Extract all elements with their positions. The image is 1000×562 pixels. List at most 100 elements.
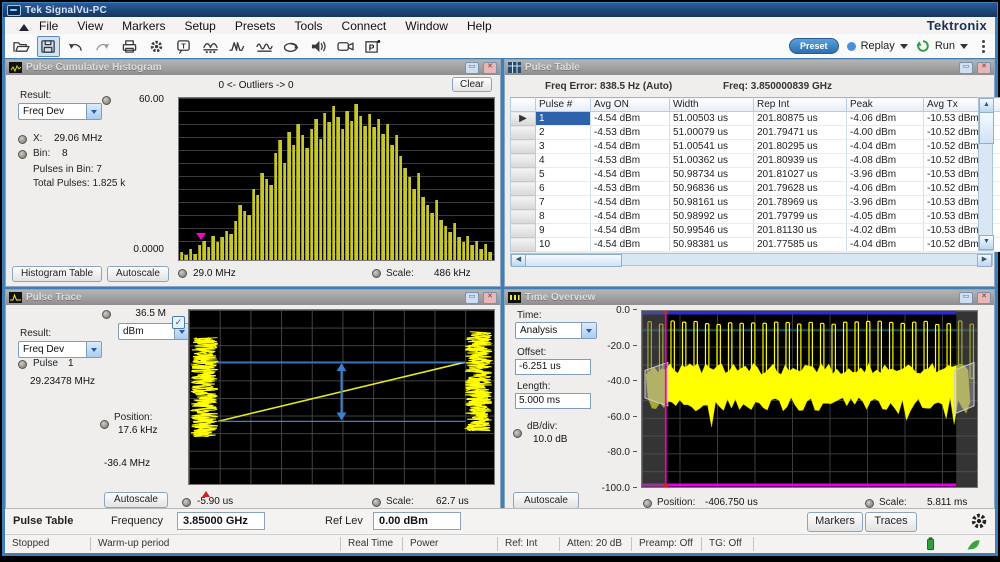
scroll-up-icon[interactable]: ▲ [979,98,994,113]
table-cell[interactable]: -4.54 dBm [591,224,670,238]
panel-header[interactable]: Time Overview ▭ ✕ [505,290,994,305]
table-cell[interactable]: 201.81130 us [754,224,847,238]
table-row[interactable]: 4-4.53 dBm51.00362 us201.80939 us-4.08 d… [511,154,1000,168]
table-cell[interactable]: -4.06 dBm [847,182,924,196]
knob-icon[interactable] [372,498,381,507]
knob-icon[interactable] [182,498,191,507]
table-cell[interactable]: 7 [536,196,591,210]
table-cell[interactable]: 50.98992 us [670,210,754,224]
table-cell[interactable]: -4.53 dBm [591,182,670,196]
menu-item-connect[interactable]: Connect [342,19,387,33]
table-cell[interactable]: -4.53 dBm [591,154,670,168]
table-cell[interactable]: -4.05 dBm [847,210,924,224]
time-dropdown[interactable]: Analysis [515,322,597,339]
table-cell[interactable]: 201.80875 us [754,112,847,126]
row-selector[interactable] [511,168,536,182]
table-cell[interactable]: 201.79799 us [754,210,847,224]
table-cell[interactable]: -4.06 dBm [847,112,924,126]
table-cell[interactable]: 201.78969 us [754,196,847,210]
row-selector[interactable] [511,210,536,224]
knob-icon[interactable] [372,269,381,278]
menu-item-markers[interactable]: Markers [122,19,165,33]
table-cell[interactable]: -3.96 dBm [847,168,924,182]
row-selector[interactable] [511,238,536,252]
length-input[interactable]: 5.000 ms [515,393,591,409]
autoscale-button[interactable]: Autoscale [104,492,168,508]
table-cell[interactable]: 201.81027 us [754,168,847,182]
autoscale-button[interactable]: Autoscale [107,266,169,282]
restore-icon[interactable]: ▭ [959,62,973,74]
menu-item-window[interactable]: Window [405,19,448,33]
knob-icon[interactable] [102,96,111,105]
table-row[interactable]: ▶1-4.54 dBm51.00503 us201.80875 us-4.06 … [511,112,1000,126]
close-icon[interactable]: ✕ [977,62,991,74]
clear-button[interactable]: Clear [452,77,492,92]
row-selector[interactable] [511,154,536,168]
connect-eject-icon[interactable] [19,19,29,31]
row-selector[interactable] [511,224,536,238]
scroll-right-icon[interactable]: ▶ [977,254,992,267]
table-row[interactable]: 7-4.54 dBm50.98161 us201.78969 us-3.96 d… [511,196,1000,210]
table-row[interactable]: 2-4.53 dBm51.00079 us201.79471 us-4.00 d… [511,126,1000,140]
ref-lev-input[interactable]: 0.00 dBm [373,512,461,530]
table-cell[interactable]: 50.98161 us [670,196,754,210]
table-cell[interactable]: -4.53 dBm [591,126,670,140]
table-cell[interactable]: 50.98381 us [670,238,754,252]
knob-icon[interactable] [18,135,27,144]
chevron-down-icon[interactable] [900,44,908,53]
knob-icon[interactable] [513,429,522,438]
scroll-down-icon[interactable]: ▼ [979,235,994,250]
row-selector[interactable] [511,182,536,196]
row-selector[interactable]: ▶ [511,112,536,126]
scrollbar-thumb[interactable] [979,112,994,144]
time-overview-plot[interactable] [641,310,978,488]
table-cell[interactable]: -3.96 dBm [847,196,924,210]
table-cell[interactable]: -4.54 dBm [591,112,670,126]
table-cell[interactable]: -4.54 dBm [591,140,670,154]
table-cell[interactable]: 6 [536,182,591,196]
undo-icon[interactable] [64,36,87,57]
table-cell[interactable]: 51.00503 us [670,112,754,126]
table-cell[interactable]: 201.80939 us [754,154,847,168]
close-icon[interactable]: ✕ [483,292,497,304]
more-options-icon[interactable] [982,40,985,53]
restore-icon[interactable]: ▭ [465,292,479,304]
histogram-plot[interactable] [178,97,495,261]
result-dropdown[interactable]: Freq Dev [18,341,102,358]
menu-item-tools[interactable]: Tools [295,19,323,33]
close-icon[interactable]: ✕ [483,62,497,74]
table-cell[interactable]: -4.00 dBm [847,126,924,140]
restore-icon[interactable]: ▭ [959,292,973,304]
table-row[interactable]: 3-4.54 dBm51.00541 us201.80295 us-4.04 d… [511,140,1000,154]
column-header[interactable]: Peak [847,98,924,112]
pulse-table-header[interactable]: Pulse #Avg ONWidthRep IntPeakAvg TxRise [511,98,1000,112]
save-icon[interactable] [37,36,60,57]
table-cell[interactable]: 9 [536,224,591,238]
table-cell[interactable]: 10 [536,238,591,252]
menu-item-file[interactable]: File [39,19,58,33]
offset-input[interactable]: -6.251 us [515,359,591,375]
table-row[interactable]: 8-4.54 dBm50.98992 us201.79799 us-4.05 d… [511,210,1000,224]
table-row[interactable]: 10-4.54 dBm50.98381 us201.77585 us-4.04 … [511,238,1000,252]
table-cell[interactable]: -4.04 dBm [847,238,924,252]
knob-icon[interactable] [102,310,111,319]
panel-header[interactable]: Pulse Trace ▭ ✕ [6,290,500,305]
video-capture-icon[interactable] [334,36,357,57]
pulse-marker-icon[interactable]: P [361,36,384,57]
table-cell[interactable]: 201.79471 us [754,126,847,140]
pulse-table[interactable]: Pulse #Avg ONWidthRep IntPeakAvg TxRise … [510,97,1000,252]
table-cell[interactable]: -4.54 dBm [591,238,670,252]
settings-gear-icon[interactable] [145,36,168,57]
menu-item-setup[interactable]: Setup [184,19,215,33]
audio-demod-icon[interactable] [307,36,330,57]
run-control[interactable]: Run [916,39,968,53]
column-header[interactable]: Pulse # [536,98,591,112]
table-cell[interactable]: 50.96836 us [670,182,754,196]
redo-icon[interactable] [91,36,114,57]
pulse-trace-plot[interactable] [188,309,495,485]
table-cell[interactable]: 3 [536,140,591,154]
table-cell[interactable]: 201.79628 us [754,182,847,196]
table-cell[interactable]: -4.54 dBm [591,168,670,182]
open-file-icon[interactable] [10,36,33,57]
knob-icon[interactable] [643,499,652,508]
